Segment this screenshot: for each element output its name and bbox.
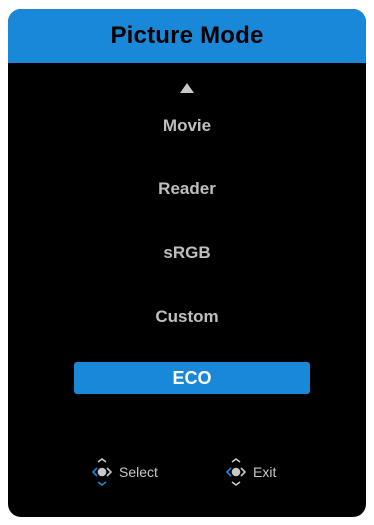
menu-item-reader[interactable]: Reader — [8, 179, 366, 199]
select-hint-label: Select — [119, 464, 158, 480]
menu-title: Picture Mode — [110, 22, 264, 49]
joystick-icon — [225, 458, 247, 486]
menu-item-srgb[interactable]: sRGB — [8, 243, 366, 263]
menu-item-custom[interactable]: Custom — [8, 307, 366, 327]
menu-item-movie[interactable]: Movie — [8, 116, 366, 136]
menu-item-eco[interactable]: ECO — [74, 362, 310, 394]
exit-hint: Exit — [222, 457, 276, 487]
exit-hint-label: Exit — [253, 464, 277, 480]
picture-mode-menu: Picture Mode Movie Reader sRGB Custom EC… — [8, 9, 366, 517]
joystick-icon — [91, 458, 113, 486]
scroll-up-icon[interactable] — [179, 82, 195, 94]
menu-header: Picture Mode — [8, 9, 366, 63]
select-hint: Select — [88, 457, 158, 487]
